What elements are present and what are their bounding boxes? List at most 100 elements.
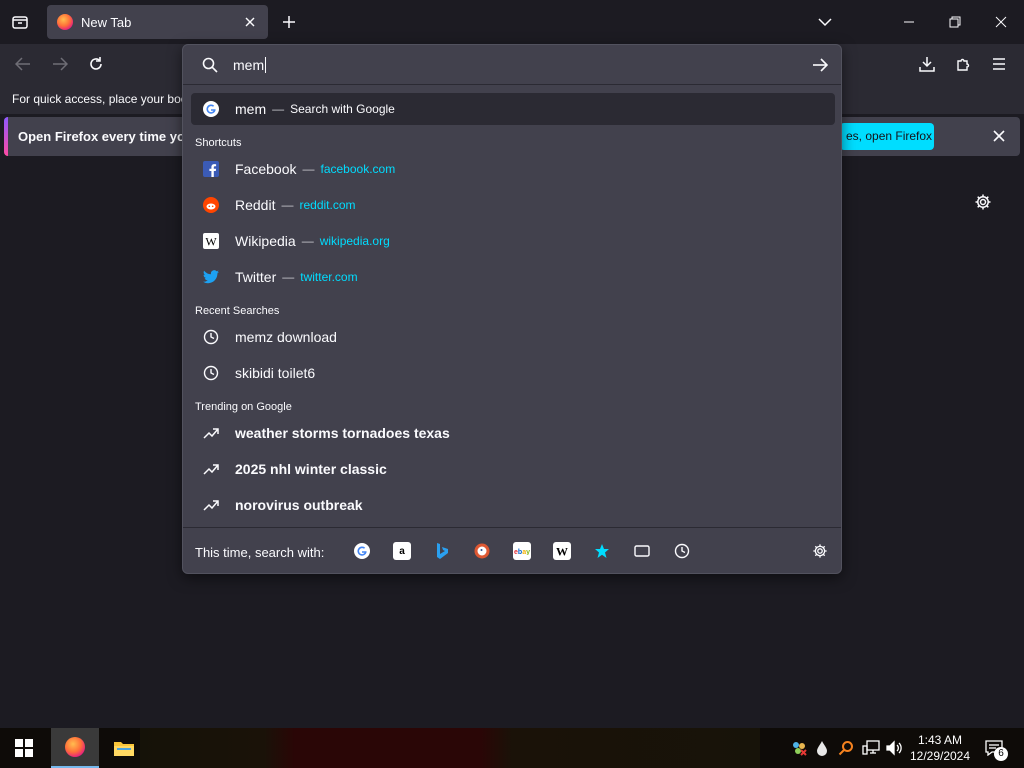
tab-close-icon[interactable] bbox=[242, 14, 258, 30]
wikipedia-icon[interactable]: W bbox=[553, 542, 571, 560]
tray-app-icon[interactable] bbox=[788, 728, 810, 768]
trending-row[interactable]: 2025 nhl winter classic bbox=[191, 453, 835, 485]
recent-search-label: skibidi toilet6 bbox=[235, 365, 316, 381]
firefox-logo-icon bbox=[57, 14, 73, 30]
taskbar-file-explorer-icon[interactable] bbox=[100, 728, 148, 768]
tab-strip: New Tab bbox=[0, 0, 1024, 44]
volume-icon[interactable] bbox=[884, 728, 906, 768]
new-tab-plus-icon[interactable] bbox=[280, 13, 298, 31]
reddit-icon bbox=[201, 195, 221, 215]
desktop-wallpaper-strip bbox=[140, 728, 760, 768]
firefox-window: New Tab For quick access, place your boo… bbox=[0, 0, 1024, 768]
amazon-icon[interactable]: a bbox=[393, 542, 411, 560]
group-label-shortcuts: Shortcuts bbox=[195, 137, 242, 149]
notification-count-badge: 6 bbox=[994, 747, 1008, 761]
windows-taskbar: 1:43 AM 12/29/2024 6 bbox=[0, 728, 1024, 768]
text-caret bbox=[265, 57, 267, 73]
suggestion-label: mem bbox=[235, 101, 267, 117]
forward-arrow-icon[interactable] bbox=[51, 55, 69, 73]
windows-start-icon[interactable] bbox=[0, 728, 48, 768]
trending-label: 2025 nhl winter classic bbox=[235, 461, 387, 477]
shortcut-row-twitter[interactable]: Twitter — twitter.com bbox=[191, 261, 835, 293]
personalize-gear-icon[interactable] bbox=[973, 192, 993, 212]
suggestion-action: Search with Google bbox=[290, 102, 395, 116]
group-label-recent-searches: Recent Searches bbox=[195, 305, 280, 317]
downloads-icon[interactable] bbox=[918, 55, 936, 73]
tray-search-icon[interactable] bbox=[836, 728, 856, 768]
set-default-button[interactable]: es, open Firefox bbox=[840, 123, 934, 150]
shortcut-row-facebook[interactable]: Facebook — facebook.com bbox=[191, 153, 835, 185]
wikipedia-icon: W bbox=[201, 231, 221, 251]
firefox-logo-icon bbox=[65, 737, 85, 757]
shortcut-label: Facebook bbox=[235, 161, 297, 177]
minimize-icon[interactable] bbox=[900, 13, 918, 31]
history-icon[interactable] bbox=[673, 542, 691, 560]
network-icon[interactable] bbox=[860, 728, 882, 768]
shortcut-label: Reddit bbox=[235, 197, 276, 213]
ebay-icon[interactable]: ebay bbox=[513, 542, 531, 560]
urlbar-input[interactable]: mem bbox=[233, 57, 267, 73]
recent-search-row[interactable]: skibidi toilet6 bbox=[191, 357, 835, 389]
shortcut-url: reddit.com bbox=[299, 198, 356, 212]
system-clock[interactable]: 1:43 AM 12/29/2024 bbox=[905, 732, 975, 764]
one-off-label: This time, search with: bbox=[195, 545, 325, 560]
back-arrow-icon[interactable] bbox=[14, 55, 32, 73]
suggestion-separator: — bbox=[272, 102, 285, 116]
tabs-icon[interactable] bbox=[633, 542, 651, 560]
shortcut-separator: — bbox=[282, 270, 295, 284]
shortcut-separator: — bbox=[301, 234, 314, 248]
trending-icon bbox=[201, 423, 221, 443]
go-arrow-icon[interactable] bbox=[811, 56, 829, 74]
hamburger-menu-icon[interactable] bbox=[990, 55, 1008, 73]
notification-message: Open Firefox every time you bbox=[18, 129, 193, 144]
search-icon bbox=[201, 56, 219, 74]
tab-title: New Tab bbox=[81, 14, 132, 30]
svg-text:W: W bbox=[556, 545, 568, 559]
recent-search-label: memz download bbox=[235, 329, 337, 345]
urlbar-input-row[interactable]: mem bbox=[183, 45, 841, 85]
facebook-icon bbox=[201, 159, 221, 179]
tray-drop-icon[interactable] bbox=[812, 728, 832, 768]
shortcut-url: twitter.com bbox=[300, 270, 358, 284]
bookmarks-empty-hint: For quick access, place your boo bbox=[12, 92, 188, 106]
notification-accent bbox=[4, 117, 8, 156]
shortcut-separator: — bbox=[302, 162, 315, 176]
notification-close-icon[interactable] bbox=[990, 127, 1008, 145]
shortcut-row-reddit[interactable]: Reddit — reddit.com bbox=[191, 189, 835, 221]
extensions-puzzle-icon[interactable] bbox=[955, 55, 973, 73]
bing-icon[interactable] bbox=[433, 542, 451, 560]
google-icon[interactable] bbox=[353, 542, 371, 560]
shortcut-separator: — bbox=[281, 198, 294, 212]
clock-icon bbox=[201, 327, 221, 347]
shortcut-label: Twitter bbox=[235, 269, 277, 285]
clock-date: 12/29/2024 bbox=[909, 749, 971, 763]
close-window-icon[interactable] bbox=[992, 13, 1010, 31]
shortcut-label: Wikipedia bbox=[235, 233, 296, 249]
bookmarks-icon[interactable] bbox=[593, 542, 611, 560]
search-suggestion-row[interactable]: mem — Search with Google bbox=[191, 93, 835, 125]
shortcut-url: facebook.com bbox=[320, 162, 396, 176]
reload-icon[interactable] bbox=[87, 55, 105, 73]
group-label-trending: Trending on Google bbox=[195, 401, 292, 413]
trending-row[interactable]: norovirus outbreak bbox=[191, 489, 835, 521]
trending-label: weather storms tornadoes texas bbox=[235, 425, 450, 441]
restore-icon[interactable] bbox=[946, 13, 964, 31]
svg-text:W: W bbox=[205, 235, 217, 249]
search-settings-gear-icon[interactable] bbox=[811, 542, 829, 560]
clock-time: 1:43 AM bbox=[917, 733, 963, 747]
google-icon bbox=[201, 99, 221, 119]
trending-icon bbox=[201, 459, 221, 479]
shortcut-row-wikipedia[interactable]: W Wikipedia — wikipedia.org bbox=[191, 225, 835, 257]
recent-search-row[interactable]: memz download bbox=[191, 321, 835, 353]
urlbar-input-value: mem bbox=[233, 57, 265, 73]
shortcut-url: wikipedia.org bbox=[319, 234, 390, 248]
list-all-tabs-chevron-icon[interactable] bbox=[816, 13, 834, 31]
tab-new-tab[interactable]: New Tab bbox=[47, 5, 268, 39]
duckduckgo-icon[interactable] bbox=[473, 542, 491, 560]
svg-text:ebay: ebay bbox=[514, 549, 530, 555]
trending-icon bbox=[201, 495, 221, 515]
trending-row[interactable]: weather storms tornadoes texas bbox=[191, 417, 835, 449]
taskbar-firefox-icon[interactable] bbox=[51, 728, 99, 768]
tab-manager-icon[interactable] bbox=[10, 12, 30, 32]
urlbar-dropdown: mem mem — Search with Google Shortcuts F… bbox=[182, 44, 842, 574]
